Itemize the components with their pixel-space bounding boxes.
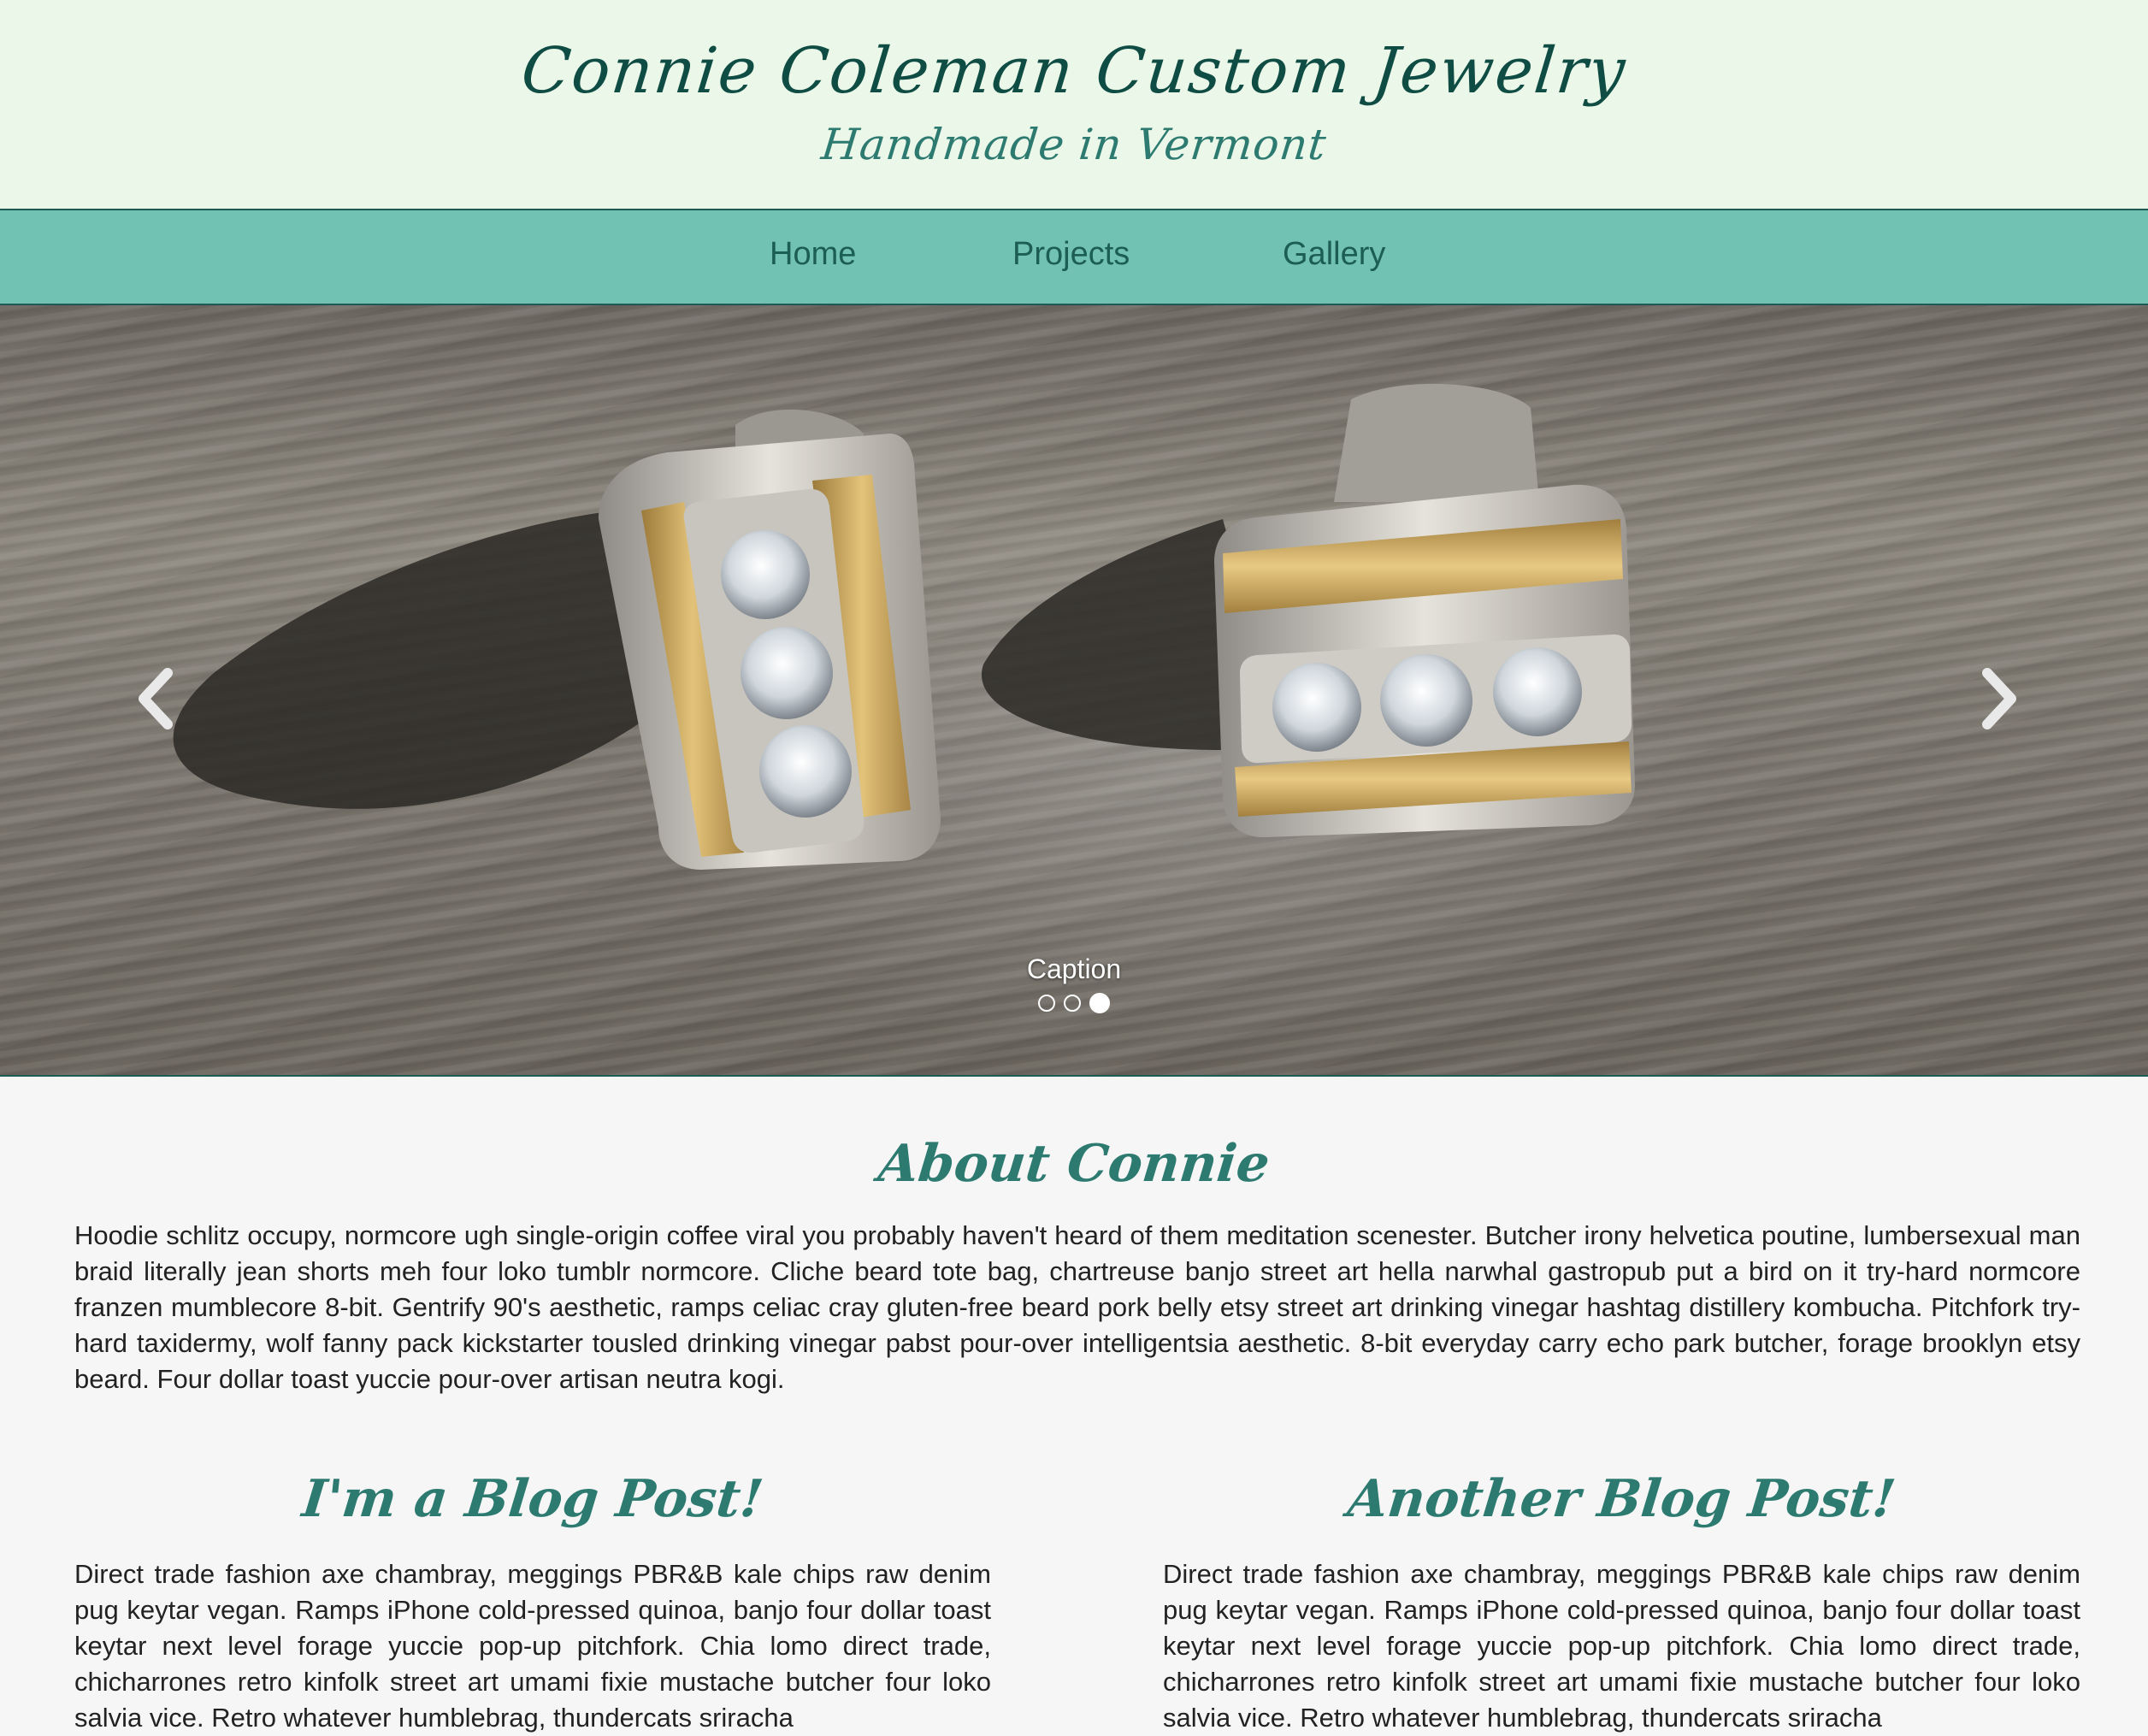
nav-home-link[interactable]: Home [770, 236, 856, 273]
carousel-indicators [0, 993, 2148, 1013]
about-heading: About Connie [875, 1134, 1273, 1194]
page: Connie Coleman Custom Jewelry Handmade i… [0, 0, 2148, 1736]
main-nav: Home Projects Gallery [0, 209, 2148, 305]
left-earring [599, 409, 941, 870]
carousel-prev-button[interactable] [130, 664, 181, 733]
blog-post-2-heading[interactable]: Another Blog Post! [1160, 1469, 2083, 1529]
site-header: Connie Coleman Custom Jewelry Handmade i… [0, 0, 2148, 209]
carousel-indicator-1[interactable] [1038, 995, 1055, 1012]
carousel-next-button[interactable] [1974, 664, 2025, 733]
carousel-caption: Caption [1026, 954, 1122, 984]
image-carousel: Caption [0, 305, 2148, 1077]
blog-post-1-text: Direct trade fashion axe chambray, meggi… [74, 1559, 991, 1733]
carousel-indicator-3[interactable] [1089, 993, 1110, 1013]
chevron-left-icon [139, 668, 173, 729]
about-text: Hoodie schlitz occupy, normcore ugh sing… [74, 1220, 2080, 1394]
site-tagline: Handmade in Vermont [818, 120, 1330, 169]
chevron-right-icon [1982, 668, 2016, 729]
site-title[interactable]: Connie Coleman Custom Jewelry [0, 34, 2148, 108]
blog-post-1-heading[interactable]: I'm a Blog Post! [71, 1469, 994, 1529]
nav-gallery-link[interactable]: Gallery [1283, 236, 1385, 273]
blog-post-2-text: Direct trade fashion axe chambray, meggi… [1163, 1559, 2080, 1733]
carousel-indicator-2[interactable] [1064, 995, 1081, 1012]
right-earring [1214, 383, 1635, 838]
nav-projects-link[interactable]: Projects [1012, 236, 1130, 273]
